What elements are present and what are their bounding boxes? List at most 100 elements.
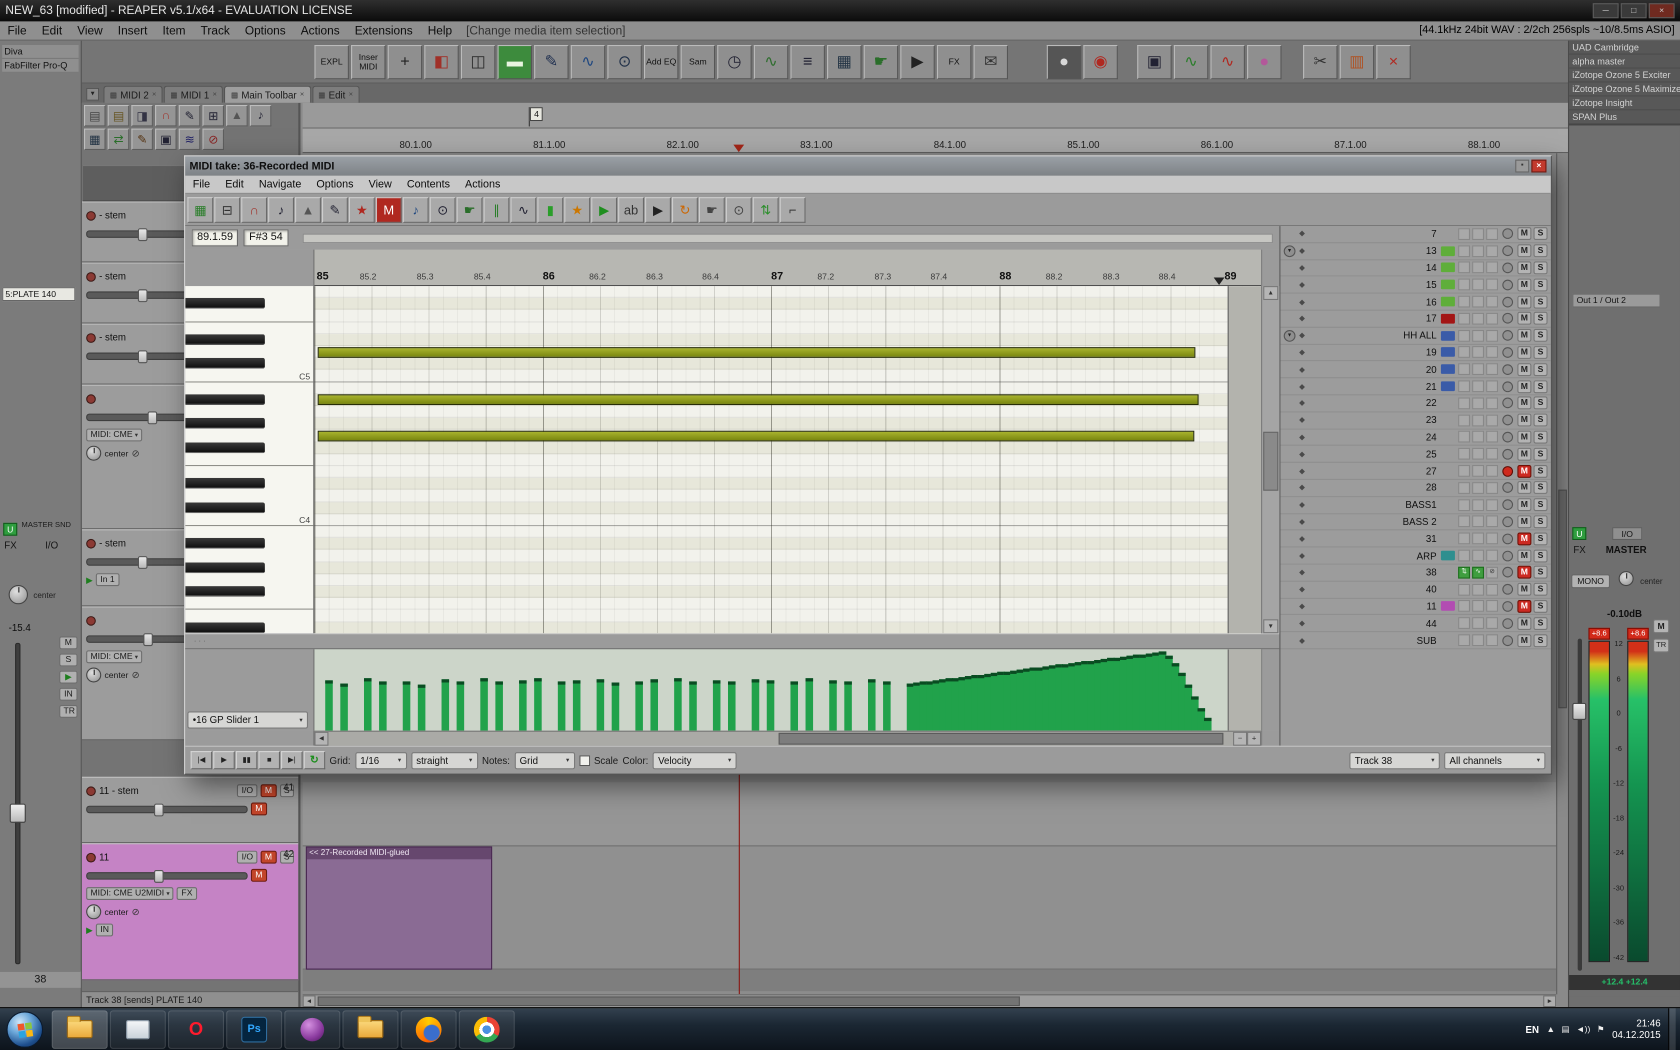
track-option-button[interactable] [1458, 278, 1470, 291]
solo-button[interactable]: S [1533, 278, 1548, 292]
master-trim-button[interactable]: TR [1653, 638, 1670, 653]
track-panel[interactable]: 11 - stem I/O M S 41 M [81, 776, 299, 844]
solo-button[interactable]: S [1533, 295, 1548, 309]
cc-event-bar[interactable] [519, 680, 527, 731]
notes-select[interactable]: Grid ▾ [514, 751, 575, 769]
mute-button[interactable]: M [1517, 532, 1532, 546]
piano-key[interactable] [185, 562, 313, 574]
record-arm-button[interactable] [86, 332, 96, 343]
swap-icon[interactable]: ⇄ [107, 128, 130, 151]
record-arm-button[interactable] [1502, 364, 1514, 375]
track-option-button[interactable] [1486, 397, 1498, 410]
track-option-button[interactable] [1486, 498, 1498, 511]
scroll-right-icon[interactable]: ► [1543, 995, 1557, 1008]
track-option-button[interactable] [1472, 278, 1484, 291]
cc-event-bar[interactable] [844, 681, 852, 731]
piano-key[interactable] [185, 526, 313, 538]
record-arm-button[interactable] [86, 210, 96, 221]
highlight-star-icon[interactable]: ★ [564, 196, 591, 223]
erase-star-icon[interactable]: ★ [348, 196, 375, 223]
menu-options[interactable]: Options [237, 24, 293, 37]
folder-button[interactable] [342, 1009, 399, 1049]
track-list-row[interactable]: ◆ 27 M S [1280, 463, 1551, 480]
grid-type-select[interactable]: straight ▾ [410, 751, 478, 769]
play-from-cursor-icon[interactable]: ▶ [645, 196, 671, 223]
menu-view[interactable]: View [70, 24, 111, 37]
input-button[interactable]: IN [96, 923, 114, 937]
mute-button[interactable]: M [260, 850, 277, 864]
mute-button[interactable]: M [260, 784, 277, 798]
metronome-icon[interactable]: ▲ [226, 105, 248, 127]
track-option-button[interactable] [1458, 600, 1470, 613]
scroll-down-icon[interactable]: ▼ [1263, 619, 1279, 634]
send-label[interactable]: MASTER SND [22, 522, 78, 530]
mute-button[interactable]: M [59, 636, 78, 650]
track-list-row[interactable]: ◆ 16 M S [1280, 294, 1551, 311]
master-fx-item[interactable]: UAD Cambridge [1569, 41, 1680, 55]
track-option-button[interactable] [1458, 634, 1470, 647]
solo-button[interactable]: S [1533, 329, 1548, 342]
track-option-button[interactable] [1458, 346, 1470, 359]
piano-key[interactable] [185, 418, 313, 430]
piano-key[interactable] [185, 478, 313, 490]
solo-button[interactable]: S [1533, 616, 1548, 630]
black-key[interactable] [185, 538, 265, 549]
pan-knob[interactable] [86, 904, 102, 920]
mute-button[interactable]: M [1517, 362, 1532, 376]
mute-button[interactable]: M [1517, 278, 1532, 292]
scroll-left-icon[interactable]: ◄ [302, 995, 316, 1008]
cc-event-bar[interactable] [712, 680, 721, 731]
play-cursor-marker[interactable] [733, 144, 745, 153]
dock-editor-icon[interactable]: ⊟ [214, 196, 241, 223]
cc-event-bar[interactable] [766, 680, 775, 731]
zoom-content-icon[interactable]: ⊙ [429, 196, 456, 223]
wave-icon[interactable]: ≋ [178, 128, 201, 151]
fx-chain-button[interactable]: FX [936, 44, 972, 79]
mute-button[interactable]: M [1517, 447, 1532, 461]
record-arm-button[interactable] [1502, 448, 1514, 460]
record-arm-button[interactable] [86, 538, 96, 549]
cc-event-bar[interactable] [883, 681, 891, 731]
track-option-button[interactable] [1486, 380, 1498, 393]
piano-key[interactable] [185, 514, 314, 527]
record-arm-button[interactable] [86, 393, 96, 404]
track-option-button[interactable] [1486, 346, 1498, 359]
track-list-row[interactable]: ▼ ◆ HH ALL M S [1280, 328, 1551, 345]
record-arm-button[interactable] [1502, 330, 1514, 341]
solo-button[interactable]: S [1533, 227, 1548, 241]
solo-button[interactable]: S [1533, 633, 1548, 647]
record-arm-button[interactable] [1502, 228, 1514, 240]
scrollbar-handle[interactable] [317, 996, 1020, 1007]
cc-event-bar[interactable] [379, 681, 387, 731]
record-arm-button[interactable] [1502, 584, 1514, 595]
zoom-out-icon[interactable]: − [1233, 731, 1248, 746]
window-tray-icon[interactable]: ▤ [1562, 1024, 1570, 1034]
mute-button[interactable]: M [250, 868, 267, 882]
pencil-draw-icon[interactable]: ✎ [178, 105, 201, 127]
select-icon[interactable]: ▣ [155, 128, 177, 151]
close-red-icon[interactable]: × [1376, 44, 1411, 79]
mono-button[interactable]: MONO [1571, 574, 1610, 589]
mute-button[interactable]: M [250, 802, 267, 816]
horizontal-zoom-strip[interactable] [302, 233, 1273, 243]
piano-key[interactable] [185, 466, 313, 478]
notes-bubble-icon[interactable]: ✉ [973, 44, 1008, 79]
arrange-horizontal-scrollbar[interactable]: ◄ ► [302, 994, 1557, 1008]
solo-button[interactable]: S [1533, 244, 1548, 258]
mute-button[interactable]: M [1517, 498, 1532, 512]
loop-orange-icon[interactable]: ↻ [671, 196, 698, 223]
solo-button[interactable]: S [1533, 481, 1548, 495]
track-list-row[interactable]: ◆ 25 M S [1280, 446, 1551, 464]
cc-event-bar[interactable] [751, 679, 760, 731]
master-fx-item[interactable]: SPAN Plus [1569, 110, 1680, 125]
solo-button[interactable]: S [1533, 582, 1548, 596]
midi-note[interactable] [317, 346, 1196, 358]
scale-checkbox[interactable] [578, 754, 590, 766]
track-option-button[interactable] [1472, 312, 1484, 325]
black-key[interactable] [185, 298, 265, 309]
clip-indicator-left[interactable]: +8.6 [1588, 627, 1610, 640]
pan-knob[interactable] [86, 667, 102, 683]
insert-note-icon[interactable]: ♪ [268, 196, 294, 223]
midi-menu-file[interactable]: File [185, 178, 217, 190]
track-option-button[interactable] [1472, 228, 1484, 240]
